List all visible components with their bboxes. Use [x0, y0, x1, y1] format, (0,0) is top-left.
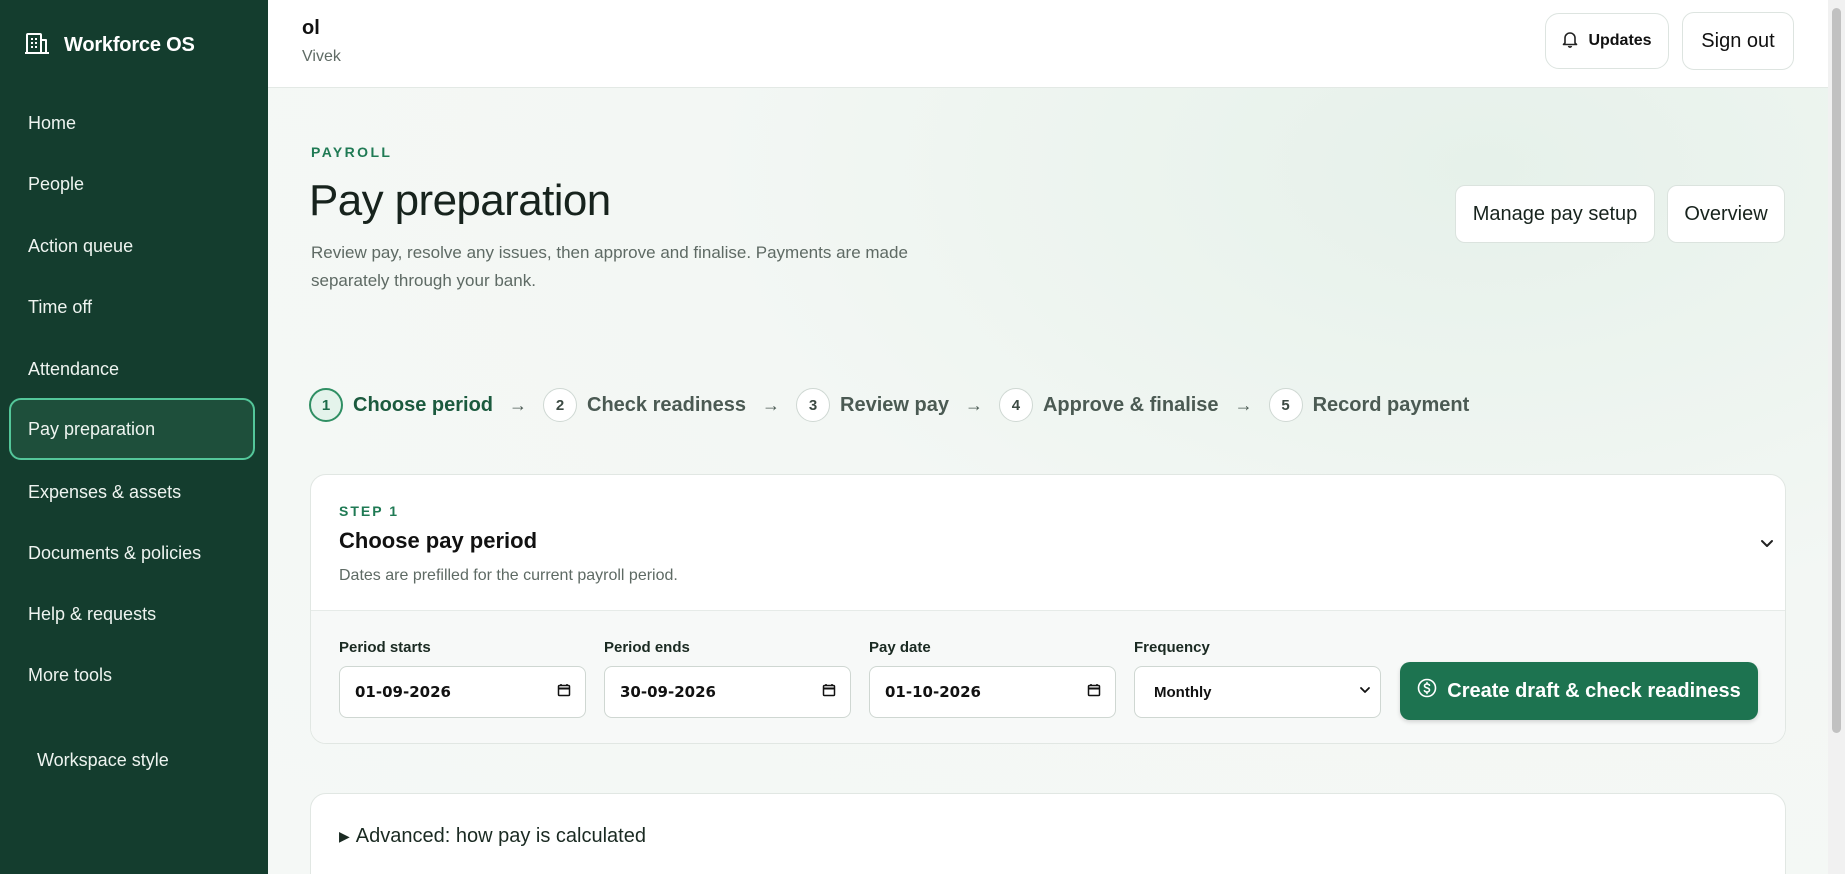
create-draft-button[interactable]: Create draft & check readiness — [1400, 662, 1758, 720]
advanced-toggle[interactable]: ▶ Advanced: how pay is calculated — [339, 825, 646, 848]
choose-period-card: STEP 1 Choose pay period Dates are prefi… — [310, 474, 1786, 744]
sidebar-item-documents-policies[interactable]: Documents & policies — [9, 522, 255, 584]
scrollbar[interactable] — [1828, 0, 1845, 874]
card-header[interactable]: STEP 1 Choose pay period Dates are prefi… — [311, 475, 1785, 611]
step-label: Check readiness — [587, 393, 746, 416]
step-number: 3 — [796, 388, 830, 422]
field-label: Period starts — [339, 639, 431, 656]
step-review-pay[interactable]: 3 Review pay — [796, 388, 949, 422]
card-subtitle: Dates are prefilled for the current payr… — [339, 567, 678, 584]
calendar-icon[interactable] — [822, 683, 836, 701]
sidebar-item-home[interactable]: Home — [9, 92, 255, 154]
advanced-card: ▶ Advanced: how pay is calculated — [310, 793, 1786, 874]
field-value: 01-09-2026 — [355, 683, 451, 701]
period-end-field: Period ends 30-09-2026 — [604, 639, 851, 718]
step-label: Choose period — [353, 393, 494, 416]
field-label: Pay date — [869, 639, 931, 656]
step-label: Review pay — [840, 393, 949, 416]
sidebar-item-action-queue[interactable]: Action queue — [9, 215, 255, 277]
calendar-icon[interactable] — [1087, 683, 1101, 701]
frequency-field: Frequency Monthly — [1134, 639, 1381, 718]
pay-date-field: Pay date 01-10-2026 — [869, 639, 1116, 718]
brand-name: Workforce OS — [64, 34, 195, 56]
manage-pay-setup-button[interactable]: Manage pay setup — [1455, 185, 1655, 243]
arrow-right-icon: → — [509, 394, 528, 415]
page-title: Pay preparation — [309, 176, 611, 225]
step-label: Approve & finalise — [1042, 393, 1219, 416]
overview-button[interactable]: Overview — [1667, 185, 1785, 243]
field-value: Monthly — [1154, 683, 1212, 701]
sign-out-button[interactable]: Sign out — [1682, 12, 1794, 70]
advanced-label: Advanced: how pay is calculated — [355, 825, 646, 847]
sidebar-item-help-requests[interactable]: Help & requests — [9, 583, 255, 645]
bell-icon — [1562, 30, 1578, 53]
step-choose-period[interactable]: 1 Choose period — [309, 388, 493, 422]
main-content: PAYROLL Pay preparation Review pay, reso… — [268, 88, 1828, 874]
sidebar-item-more-tools[interactable]: More tools — [9, 644, 255, 706]
period-start-field: Period starts 01-09-2026 — [339, 639, 586, 718]
frequency-select[interactable]: Monthly — [1134, 666, 1381, 718]
step-record-payment[interactable]: 5 Record payment — [1268, 388, 1470, 422]
updates-button[interactable]: Updates — [1545, 13, 1669, 69]
sidebar-item-attendance[interactable]: Attendance — [9, 338, 255, 400]
arrow-right-icon: → — [762, 394, 780, 415]
period-start-input[interactable]: 01-09-2026 — [339, 666, 586, 718]
sidebar-item-expenses-assets[interactable]: Expenses & assets — [9, 461, 255, 523]
sidebar: Workforce OS Home People Action queue Ti… — [0, 0, 268, 874]
user-name: Vivek — [302, 48, 341, 65]
calendar-icon[interactable] — [557, 683, 571, 701]
field-value: 01-10-2026 — [885, 683, 981, 701]
create-draft-label: Create draft & check readiness — [1447, 679, 1741, 702]
step-approve-finalise[interactable]: 4 Approve & finalise — [998, 388, 1219, 422]
org-name: ol — [302, 17, 320, 39]
workspace-style-button[interactable]: Workspace style — [37, 750, 169, 771]
chevron-down-icon[interactable] — [1759, 537, 1775, 549]
brand[interactable]: Workforce OS — [24, 30, 195, 61]
pay-date-input[interactable]: 01-10-2026 — [869, 666, 1116, 718]
scrollbar-thumb[interactable] — [1832, 8, 1841, 733]
card-title: Choose pay period — [339, 528, 538, 553]
top-bar: ol Vivek Updates Sign out — [268, 0, 1828, 88]
stepper: 1 Choose period → 2 Check readiness → 3 … — [309, 387, 1469, 423]
sidebar-item-people[interactable]: People — [9, 153, 255, 215]
updates-label: Updates — [1588, 32, 1652, 49]
card-body: Period starts 01-09-2026 Period ends 30-… — [311, 611, 1785, 743]
step-eyebrow: STEP 1 — [339, 503, 399, 519]
step-number: 4 — [998, 388, 1033, 422]
step-number: 5 — [1268, 388, 1303, 422]
step-number: 2 — [543, 388, 578, 422]
arrow-right-icon: → — [964, 394, 983, 415]
period-end-input[interactable]: 30-09-2026 — [604, 666, 851, 718]
dollar-circle-icon — [1417, 678, 1437, 704]
step-label: Record payment — [1312, 393, 1470, 416]
sidebar-item-time-off[interactable]: Time off — [9, 276, 255, 338]
triangle-right-icon: ▶ — [339, 828, 350, 844]
building-icon — [24, 30, 50, 61]
arrow-right-icon: → — [1234, 394, 1253, 415]
chevron-down-icon — [1358, 683, 1372, 701]
step-number: 1 — [309, 388, 343, 422]
step-check-readiness[interactable]: 2 Check readiness — [543, 388, 746, 422]
page-eyebrow: PAYROLL — [311, 144, 393, 160]
page-description: Review pay, resolve any issues, then app… — [311, 243, 908, 290]
field-label: Frequency — [1134, 639, 1210, 656]
field-value: 30-09-2026 — [620, 683, 716, 701]
sidebar-item-pay-preparation[interactable]: Pay preparation — [9, 398, 255, 460]
field-label: Period ends — [604, 639, 690, 656]
